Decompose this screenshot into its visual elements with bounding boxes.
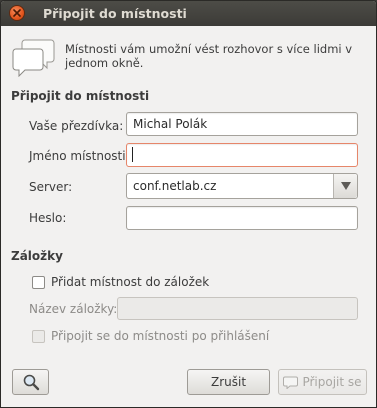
close-button[interactable] (9, 5, 25, 21)
text-cursor (132, 147, 133, 162)
close-icon (13, 9, 21, 17)
cancel-button[interactable]: Zrušit (187, 369, 270, 395)
server-label: Server: (29, 180, 73, 194)
autojoin-label: Připojit se do místnosti po přihlášení (51, 329, 270, 343)
password-input[interactable] (126, 206, 358, 230)
title-bar[interactable]: Připojit do místnosti (1, 1, 376, 26)
add-bookmark-label[interactable]: Přidat místnost do záložek (51, 275, 209, 289)
join-section-title: Připojit do místnosti (11, 89, 150, 103)
bookmark-name-label: Název záložky: (29, 302, 118, 316)
info-text: Místnosti vám umožní vést rozhovor s víc… (65, 42, 353, 70)
chat-icon (283, 376, 299, 389)
window-title: Připojit do místnosti (43, 6, 187, 21)
chat-bubbles-icon (11, 37, 57, 78)
bookmarks-section-title: Záložky (11, 249, 63, 263)
cancel-button-label: Zrušit (210, 375, 247, 389)
password-label: Heslo: (29, 211, 67, 225)
dropdown-arrow-icon (341, 182, 351, 190)
autojoin-checkbox[interactable] (32, 330, 45, 343)
join-button[interactable]: Připojit se (278, 369, 367, 395)
magnifier-icon (23, 374, 39, 391)
server-value: conf.netlab.cz (133, 179, 217, 193)
nickname-input[interactable] (126, 112, 358, 136)
bookmark-name-input[interactable] (117, 297, 358, 320)
room-name-input[interactable] (126, 143, 358, 167)
room-name-label: Jméno místnosti: (29, 149, 130, 163)
server-combo[interactable]: conf.netlab.cz (126, 173, 358, 199)
server-dropdown-button[interactable] (333, 174, 357, 198)
add-bookmark-checkbox[interactable] (32, 276, 45, 289)
join-button-label: Připojit se (302, 375, 362, 389)
join-room-dialog: Připojit do místnosti Místnosti vám umož… (0, 0, 377, 408)
browse-rooms-button[interactable] (12, 369, 49, 395)
nickname-label: Vaše přezdívka: (29, 119, 124, 133)
